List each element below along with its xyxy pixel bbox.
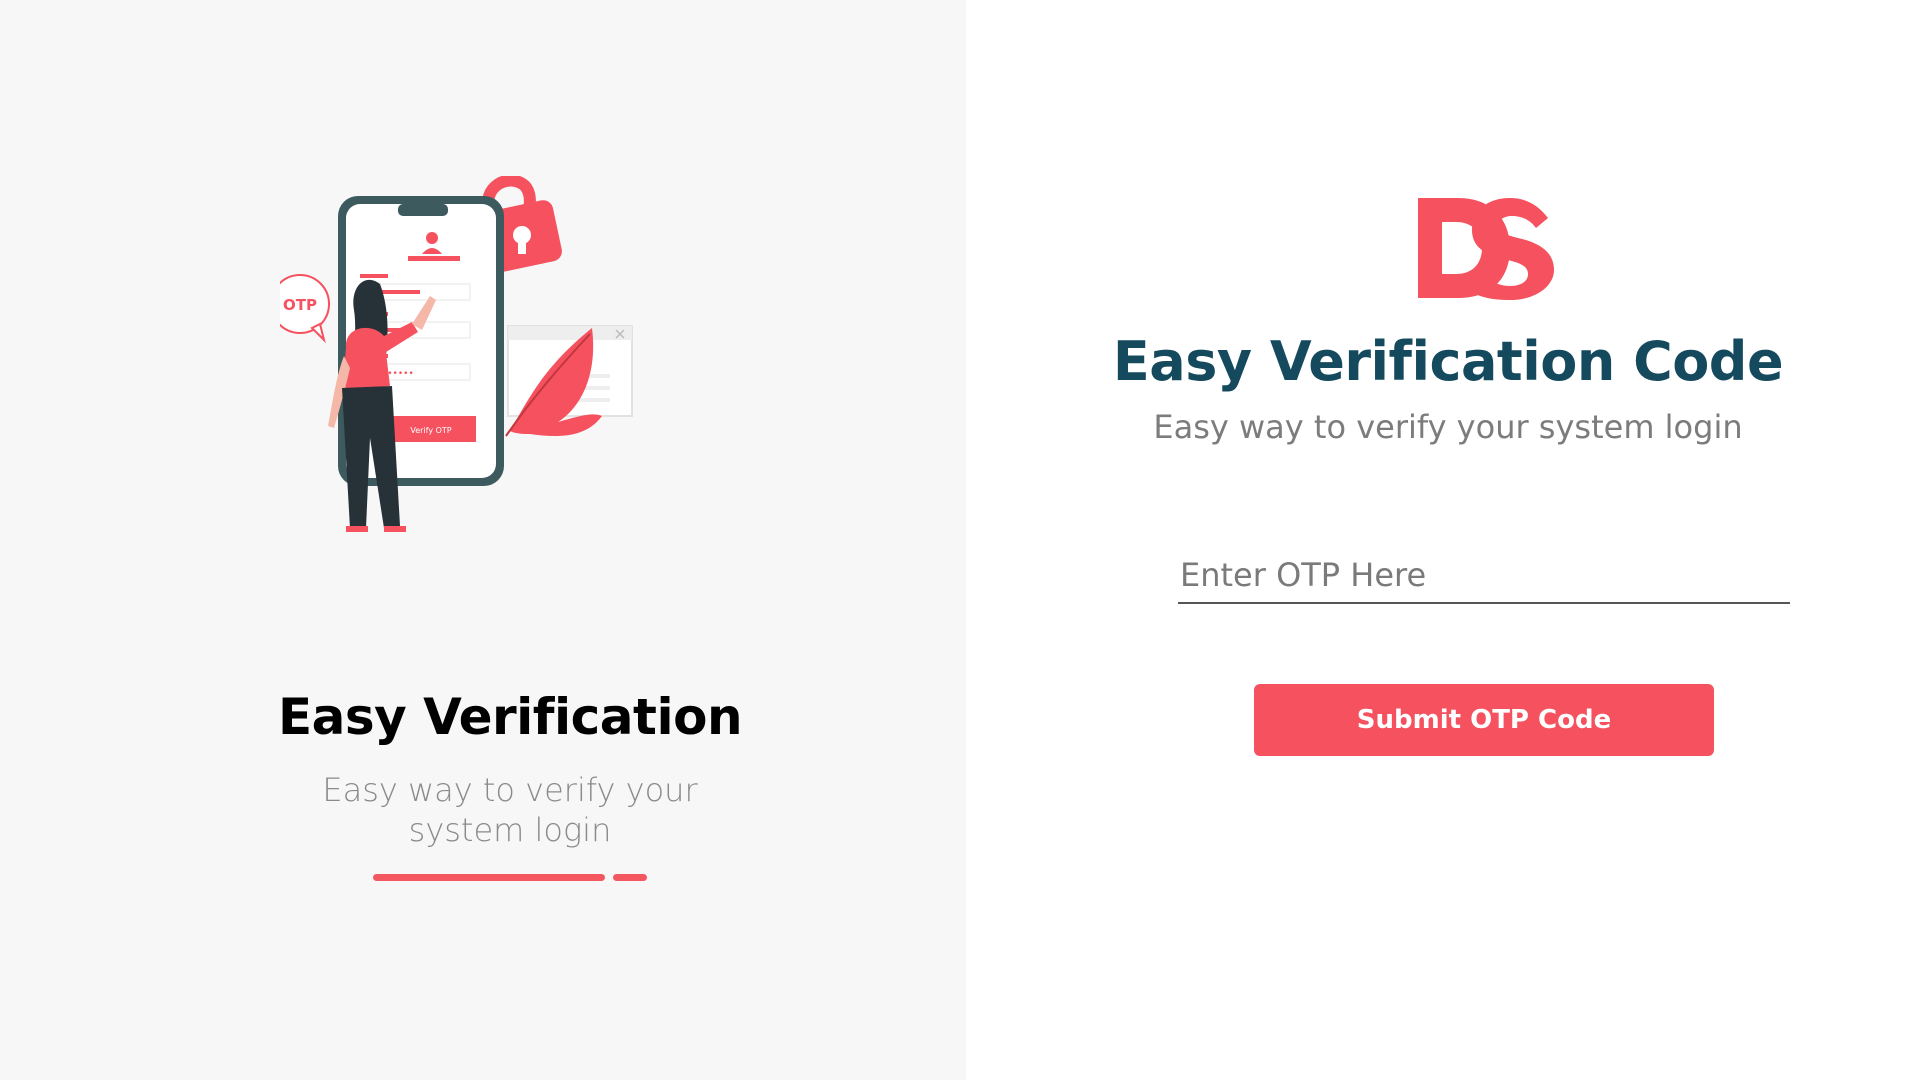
otp-field-wrapper — [1178, 556, 1790, 604]
progress-segment[interactable] — [613, 874, 647, 881]
left-subtitle: Easy way to verify your system login — [322, 771, 698, 849]
otp-input[interactable] — [1178, 556, 1790, 604]
otp-speech-bubble: OTP — [280, 274, 330, 344]
right-title: Easy Verification Code — [1112, 330, 1784, 393]
progress-segment-active[interactable] — [373, 874, 605, 881]
left-title: Easy Verification — [277, 688, 743, 746]
phone-verify-button-label: Verify OTP — [410, 426, 451, 435]
otp-verification-page: ••••••••• Verify OTP OTP Easy Verificati… — [0, 0, 1920, 1080]
submit-otp-button[interactable]: Submit OTP Code — [1254, 684, 1714, 756]
ds-logo — [1418, 198, 1554, 300]
right-panel: Easy Verification Code Easy way to verif… — [966, 0, 1920, 1080]
otp-illustration: ••••••••• Verify OTP OTP — [280, 176, 633, 532]
right-subtitle: Easy way to verify your system login — [1153, 408, 1743, 446]
left-panel: ••••••••• Verify OTP OTP Easy Verificati… — [0, 0, 966, 1080]
otp-bubble-text: OTP — [283, 296, 317, 314]
slide-progress-indicator — [373, 874, 647, 881]
